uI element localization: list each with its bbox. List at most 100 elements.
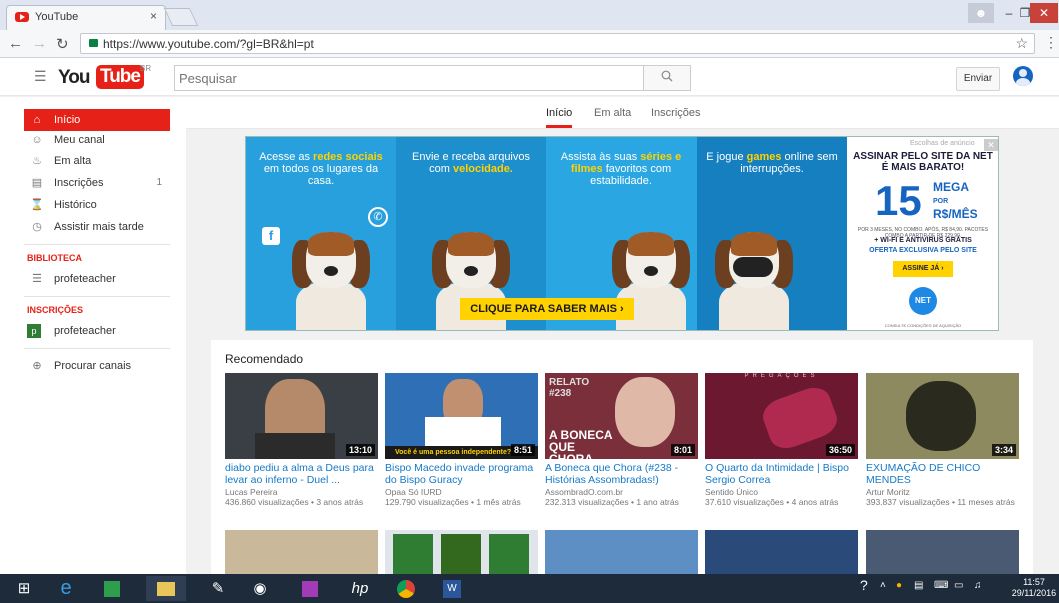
thumbnail-overlay-text: PREGAÇÕES — [744, 373, 819, 379]
youtube-favicon-icon — [15, 12, 29, 22]
close-window-button[interactable]: ✕ — [1030, 3, 1058, 23]
masthead-ad-banner[interactable]: Acesse as redes sociais em todos os luga… — [245, 136, 999, 331]
learn-more-button[interactable]: CLIQUE PARA SABER MAIS › — [460, 298, 634, 320]
video-channel[interactable]: Sentido Único — [705, 487, 858, 497]
video-card[interactable]: 13:10 diabo pediu a alma a Deus para lev… — [225, 373, 378, 507]
reload-icon[interactable]: ↻ — [56, 35, 69, 53]
back-arrow-icon[interactable]: ← — [8, 35, 23, 52]
video-card[interactable]: RELATO #238 A BONECA QUE CHORA 8:01 A Bo… — [545, 373, 698, 507]
url-text[interactable]: https://www.youtube.com/?gl=BR&hl=pt — [103, 37, 314, 51]
thumbnail-overlay-text: RELATO #238 — [549, 377, 590, 399]
new-tab-button[interactable] — [163, 8, 199, 26]
offer-headline: ASSINAR PELO SITE DA NET É MAIS BARATO! — [853, 151, 993, 173]
list-icon: ☰ — [32, 273, 42, 285]
clock-time: 11:57 — [1023, 577, 1045, 587]
forward-arrow-icon[interactable]: → — [32, 35, 47, 52]
account-avatar[interactable] — [1013, 66, 1033, 86]
address-row: ← → ↻ https://www.youtube.com/?gl=BR&hl=… — [0, 30, 1059, 58]
tray-chevron-icon[interactable]: ˄ — [880, 580, 886, 591]
sidebar-item-label: Inscrições — [54, 177, 104, 189]
logo-you-text: You — [58, 67, 91, 88]
photos-icon[interactable] — [290, 576, 330, 601]
video-thumbnail[interactable] — [545, 530, 698, 574]
paint-icon[interactable]: ✎ — [198, 576, 238, 601]
video-thumbnail[interactable]: 13:10 — [225, 373, 378, 459]
offer-speed-number: 15 — [875, 177, 922, 224]
sidebar-item-label: Procurar canais — [54, 360, 132, 372]
sidebar-item-my-channel[interactable]: ☺ Meu canal — [24, 129, 170, 151]
video-thumbnail[interactable]: 3:34 — [866, 373, 1019, 459]
section-title[interactable]: Recomendado — [225, 352, 303, 366]
video-title[interactable]: O Quarto da Intimidade | Bispo Sergio Co… — [705, 462, 858, 486]
video-channel[interactable]: Artur Moritz — [866, 487, 1019, 497]
library-header: BIBLIOTECA — [27, 253, 82, 263]
battery-icon[interactable]: ▭ — [954, 580, 963, 591]
guide-menu-icon[interactable]: ☰ — [34, 68, 47, 85]
subscribe-now-button[interactable]: ASSINE JÁ › — [893, 261, 953, 277]
sidebar-item-channel-profeteacher[interactable]: p profeteacher — [24, 320, 170, 342]
chrome-icon[interactable] — [386, 576, 426, 601]
browser-titlebar: YouTube × ☻ – ❐ ✕ — [0, 0, 1059, 30]
file-explorer-icon[interactable] — [146, 576, 186, 601]
tab-subscriptions[interactable]: Inscrições — [651, 107, 701, 119]
store-icon[interactable] — [92, 576, 132, 601]
sidebar-item-home[interactable]: ⌂ Início — [24, 109, 170, 131]
tab-close-button[interactable]: × — [150, 9, 157, 23]
video-card[interactable]: PREGAÇÕES 36:50 O Quarto da Intimidade |… — [705, 373, 858, 507]
video-title[interactable]: Bispo Macedo invade programa do Bispo Gu… — [385, 462, 538, 486]
logo-region-text: BR — [140, 64, 152, 73]
webcam-icon[interactable]: ◉ — [240, 576, 280, 601]
tray-app-icon[interactable]: ● — [896, 580, 902, 591]
volume-icon[interactable]: ♫ — [974, 580, 982, 591]
video-card[interactable]: Você é uma pessoa independente? 8:51 Bis… — [385, 373, 538, 507]
address-bar[interactable]: https://www.youtube.com/?gl=BR&hl=pt ☆ — [80, 33, 1035, 54]
video-thumbnail[interactable] — [385, 530, 538, 574]
video-thumbnail[interactable] — [705, 530, 858, 574]
taskbar-clock[interactable]: 11:57 29/11/2016 — [1010, 577, 1058, 599]
bookmark-star-icon[interactable]: ☆ — [1015, 35, 1028, 52]
ad-choices-label[interactable]: Escolhas de anúncio — [910, 140, 975, 147]
video-thumbnail[interactable] — [225, 530, 378, 574]
keyboard-icon[interactable]: ⌨ — [934, 580, 948, 591]
video-title[interactable]: EXUMAÇÃO DE CHICO MENDES — [866, 462, 1019, 486]
video-title[interactable]: A Boneca que Chora (#238 - Histórias Ass… — [545, 462, 698, 486]
ad-panel-offer: ASSINAR PELO SITE DA NET É MAIS BARATO! … — [847, 137, 998, 330]
help-icon[interactable]: ? — [860, 577, 868, 593]
ad-close-button[interactable]: ✕ — [984, 139, 998, 151]
sidebar-item-trending[interactable]: ♨ Em alta — [24, 150, 170, 172]
profile-icon[interactable]: ☻ — [968, 3, 994, 23]
home-icon: ⌂ — [33, 114, 41, 126]
tab-trending[interactable]: Em alta — [594, 107, 631, 119]
upload-button[interactable]: Enviar — [956, 67, 1000, 91]
sidebar-item-watch-later[interactable]: ◷ Assistir mais tarde — [24, 216, 170, 238]
video-thumbnail[interactable] — [866, 530, 1019, 574]
video-channel[interactable]: Opaa Só IURD — [385, 487, 538, 497]
beagle-image — [286, 222, 376, 330]
video-channel[interactable]: Lucas Pereira — [225, 487, 378, 497]
word-icon[interactable]: W — [432, 576, 472, 601]
sidebar-item-history[interactable]: ⌛ Histórico — [24, 194, 170, 216]
browser-tab[interactable]: YouTube × — [6, 5, 166, 30]
search-button[interactable] — [643, 65, 691, 91]
search-input[interactable] — [175, 66, 635, 90]
recommended-section: Recomendado 13:10 diabo pediu a alma a D… — [211, 340, 1033, 574]
video-duration: 36:50 — [825, 444, 855, 456]
video-thumbnail[interactable]: RELATO #238 A BONECA QUE CHORA 8:01 — [545, 373, 698, 459]
video-title[interactable]: diabo pediu a alma a Deus para levar ao … — [225, 462, 378, 486]
ad-panel-text: Envie e receba arquivos com velocidade. — [411, 151, 530, 175]
video-channel[interactable]: AssombradO.com.br — [545, 487, 698, 497]
sidebar-item-subscriptions[interactable]: ▤ Inscrições 1 — [24, 172, 170, 194]
sidebar-item-playlist[interactable]: ☰ profeteacher — [24, 268, 170, 290]
video-thumbnail[interactable]: Você é uma pessoa independente? 8:51 — [385, 373, 538, 459]
network-icon[interactable]: ▤ — [914, 580, 923, 591]
sidebar-item-browse-channels[interactable]: ⊕ Procurar canais — [24, 355, 170, 377]
browser-menu-icon[interactable]: ⋮ — [1044, 34, 1058, 51]
search-box — [174, 65, 644, 91]
tab-home[interactable]: Início — [546, 107, 572, 119]
windows-start-icon[interactable]: ⊞ — [4, 576, 44, 601]
internet-explorer-icon[interactable]: e — [46, 576, 86, 601]
video-duration: 3:34 — [991, 444, 1016, 456]
hp-icon[interactable]: hp — [340, 576, 380, 601]
video-thumbnail[interactable]: PREGAÇÕES 36:50 — [705, 373, 858, 459]
video-card[interactable]: 3:34 EXUMAÇÃO DE CHICO MENDES Artur Mori… — [866, 373, 1019, 507]
